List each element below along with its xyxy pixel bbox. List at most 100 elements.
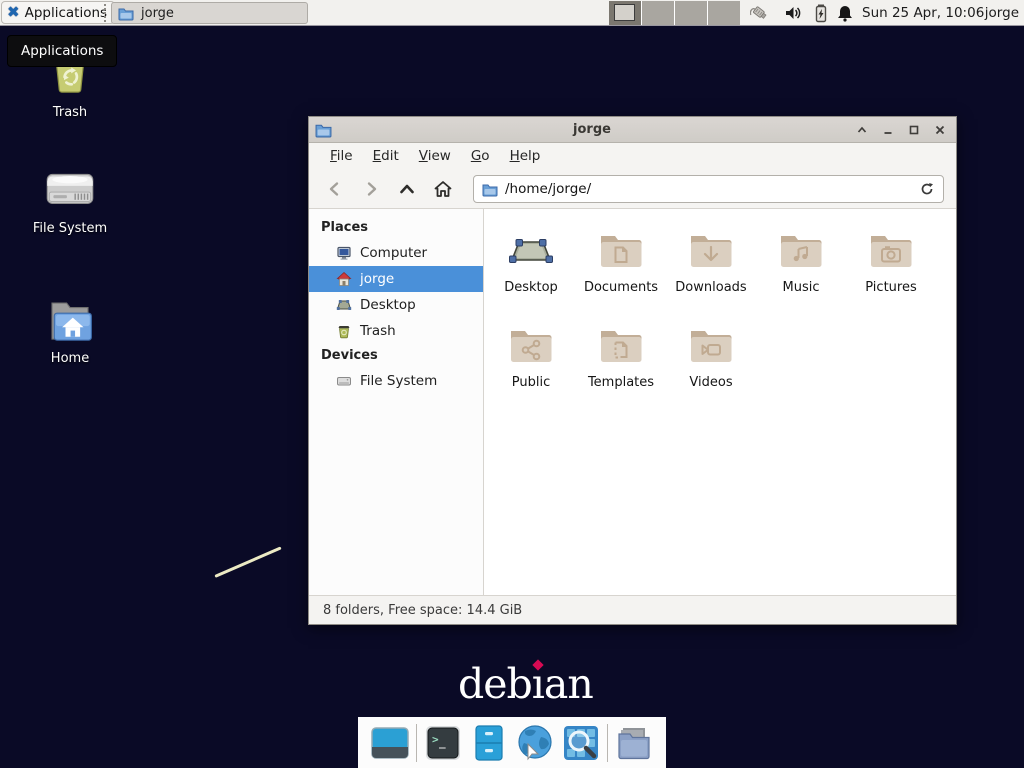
folder-public-label: Public — [512, 375, 550, 390]
show-desktop-icon — [370, 723, 410, 763]
applications-menu-button[interactable]: ✖ Applications — [1, 1, 115, 24]
workspace-4[interactable] — [708, 1, 740, 25]
folder-downloads-label: Downloads — [675, 280, 746, 295]
folder-pictures-label: Pictures — [865, 280, 916, 295]
folder-templates[interactable]: Templates — [576, 322, 666, 417]
reload-icon[interactable] — [919, 181, 935, 197]
panel-clock[interactable]: Sun 25 Apr, 10:06 — [862, 0, 984, 26]
volume-icon[interactable] — [783, 3, 803, 23]
shade-button[interactable] — [852, 120, 872, 140]
window-folder-icon — [315, 121, 332, 138]
home-icon — [336, 271, 352, 287]
music-folder-icon — [777, 227, 825, 275]
dock-separator — [416, 724, 417, 762]
folder-icon — [118, 5, 134, 21]
workspace-3[interactable] — [675, 1, 707, 25]
panel-user-label[interactable]: jorge — [985, 0, 1019, 26]
mouse-cursor-line — [214, 546, 281, 577]
folder-desktop-label: Desktop — [504, 280, 558, 295]
folder-videos-label: Videos — [689, 375, 732, 390]
window-content: Places Computer — [309, 209, 956, 595]
sidebar-item-desktop-label: Desktop — [360, 297, 416, 313]
sidebar-item-filesystem[interactable]: File System — [309, 368, 483, 394]
folder-videos[interactable]: Videos — [666, 322, 756, 417]
templates-folder-icon — [597, 322, 645, 370]
sidebar-item-desktop[interactable]: Desktop — [309, 292, 483, 318]
web-browser-globe-icon — [515, 723, 555, 763]
app-finder-button[interactable] — [561, 723, 601, 763]
back-button[interactable] — [317, 174, 353, 204]
window-title: jorge — [332, 122, 852, 137]
public-folder-icon — [507, 322, 555, 370]
notifications-bell-icon[interactable] — [835, 3, 855, 23]
terminal-icon: > _ — [423, 723, 463, 763]
forward-button[interactable] — [353, 174, 389, 204]
dock-separator — [607, 724, 608, 762]
downloads-folder-icon — [687, 227, 735, 275]
folder-documents[interactable]: Documents — [576, 227, 666, 322]
app-finder-icon — [561, 723, 601, 763]
workspace-1[interactable] — [609, 1, 641, 25]
workspace-pager — [609, 1, 740, 25]
sidebar: Places Computer — [309, 209, 484, 595]
folder-music[interactable]: Music — [756, 227, 846, 322]
sidebar-item-home-label: jorge — [360, 271, 394, 287]
menu-help[interactable]: Help — [501, 145, 550, 167]
menu-edit[interactable]: Edit — [364, 145, 408, 167]
directory-menu-button[interactable] — [614, 723, 654, 763]
maximize-button[interactable] — [904, 120, 924, 140]
applications-tooltip: Applications — [7, 35, 117, 67]
desktop-icon-trash-label: Trash — [53, 105, 87, 120]
toolbar: /home/jorge/ — [309, 169, 956, 209]
close-button[interactable] — [930, 120, 950, 140]
file-cabinet-icon — [469, 723, 509, 763]
folder-documents-label: Documents — [584, 280, 658, 295]
show-desktop-button[interactable] — [370, 723, 410, 763]
desktop-icon — [336, 297, 352, 313]
folder-pictures[interactable]: Pictures — [846, 227, 936, 322]
svg-text:>: > — [432, 733, 439, 746]
hard-drive-icon — [41, 166, 99, 216]
bottom-dock: > _ — [358, 717, 666, 768]
menu-view[interactable]: View — [410, 145, 460, 167]
home-button[interactable] — [425, 174, 461, 204]
file-view[interactable]: Desktop Documents — [484, 209, 956, 595]
folder-music-label: Music — [783, 280, 820, 295]
battery-charging-icon[interactable] — [811, 3, 831, 23]
sidebar-item-home-jorge[interactable]: jorge — [309, 266, 483, 292]
terminal-button[interactable]: > _ — [423, 723, 463, 763]
window-titlebar[interactable]: jorge — [309, 117, 956, 143]
taskbar-window-label: jorge — [141, 6, 174, 21]
minimize-button[interactable] — [878, 120, 898, 140]
path-text[interactable]: /home/jorge/ — [505, 181, 912, 197]
home-folder-icon — [43, 296, 97, 346]
folder-public[interactable]: Public — [486, 322, 576, 417]
workspace-2[interactable] — [642, 1, 674, 25]
drive-small-icon — [336, 373, 352, 389]
network-cable-icon[interactable] — [750, 3, 770, 23]
status-text: 8 folders, Free space: 14.4 GiB — [323, 603, 522, 618]
desktop-icon-filesystem[interactable]: File System — [22, 166, 118, 236]
xfce-logo-icon: ✖ — [7, 5, 20, 20]
desktop-icon-filesystem-label: File System — [33, 221, 107, 236]
sidebar-item-computer-label: Computer — [360, 245, 427, 261]
computer-icon — [336, 245, 352, 261]
sidebar-item-trash[interactable]: Trash — [309, 318, 483, 344]
panel-separator-handle[interactable] — [104, 4, 108, 22]
sidebar-item-computer[interactable]: Computer — [309, 240, 483, 266]
folder-downloads[interactable]: Downloads — [666, 227, 756, 322]
menu-go[interactable]: Go — [462, 145, 499, 167]
up-button[interactable] — [389, 174, 425, 204]
directory-folder-icon — [614, 723, 654, 763]
taskbar-window-button[interactable]: jorge — [111, 2, 308, 24]
file-manager-button[interactable] — [469, 723, 509, 763]
menu-file[interactable]: File — [321, 145, 362, 167]
desktop-icon-home[interactable]: Home — [22, 296, 118, 366]
menubar: File Edit View Go Help — [309, 143, 956, 169]
web-browser-button[interactable] — [515, 723, 555, 763]
folder-templates-label: Templates — [588, 375, 654, 390]
desktop-screen: ✖ Applications jorge — [0, 0, 1024, 768]
folder-desktop[interactable]: Desktop — [486, 227, 576, 322]
desktop-special-icon — [507, 227, 555, 275]
path-bar[interactable]: /home/jorge/ — [473, 175, 944, 203]
